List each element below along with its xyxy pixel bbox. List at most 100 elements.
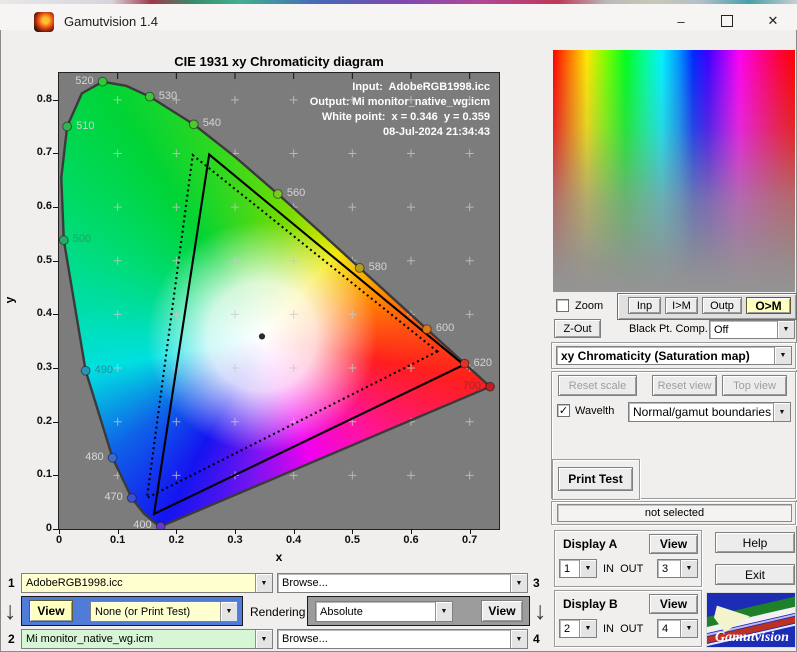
dropdown-arrow-icon[interactable]: ▼	[255, 630, 272, 648]
y-tick-mark	[53, 529, 58, 530]
dropdown-arrow-icon[interactable]: ▼	[680, 560, 697, 577]
flow-arrow-right-icon: ↓	[534, 597, 547, 625]
y-tick-label: 0.2	[36, 414, 52, 427]
inp-button[interactable]: Inp	[628, 297, 661, 314]
dropdown-arrow-icon[interactable]: ▼	[220, 602, 237, 621]
help-button[interactable]: Help	[715, 532, 795, 553]
x-tick-mark	[176, 529, 178, 534]
image-select[interactable]: None (or Print Test) ▼	[90, 601, 238, 622]
dropdown-arrow-icon[interactable]: ▼	[510, 574, 527, 592]
browse-output-select[interactable]: Browse... ▼	[277, 629, 528, 649]
dropdown-arrow-icon[interactable]: ▼	[774, 347, 791, 364]
display-b-view-button[interactable]: View	[649, 594, 698, 614]
view-input-button[interactable]: View	[29, 600, 73, 622]
reset-view-button[interactable]: Reset view	[652, 375, 717, 396]
saturation-map-preview	[553, 50, 795, 292]
maximize-button[interactable]	[705, 9, 749, 33]
dropdown-arrow-icon[interactable]: ▼	[773, 403, 790, 421]
wavelength-label-700: 700	[462, 379, 482, 392]
y-tick-label: 0.8	[36, 92, 52, 105]
output-profile-select[interactable]: Mi monitor_native_wg.icm ▼	[21, 629, 273, 649]
dropdown-arrow-icon[interactable]: ▼	[680, 620, 697, 637]
flow-arrow-left-icon: ↓	[4, 597, 17, 625]
display-a-out-select[interactable]: 3 ▼	[657, 559, 698, 578]
browse-input-value: Browse...	[282, 577, 328, 589]
dropdown-arrow-icon[interactable]: ▼	[510, 630, 527, 648]
wavelength-label-510: 510	[76, 119, 95, 132]
dropdown-arrow-icon[interactable]: ▼	[579, 620, 596, 637]
plot-annotation-line: Input: AdobeRGB1998.icc	[352, 81, 490, 93]
y-tick-label: 0.6	[36, 200, 52, 213]
y-tick-mark	[53, 368, 58, 370]
x-tick-label: 0.7	[462, 534, 478, 546]
wavelength-label-470: 470	[104, 490, 123, 503]
x-tick-mark	[59, 529, 60, 534]
wavelength-label-520: 520	[75, 74, 94, 87]
close-button[interactable]: ✕	[751, 9, 795, 33]
view-mode-value: xy Chromaticity (Saturation map)	[561, 348, 750, 363]
o-to-m-button[interactable]: O>M	[746, 297, 791, 314]
display-a-in-select[interactable]: 1 ▼	[559, 559, 597, 578]
wavelength-label-500: 500	[72, 233, 92, 246]
input-profile-value: AdobeRGB1998.icc	[22, 574, 255, 592]
rendering-label: Rendering	[250, 605, 306, 619]
exit-button[interactable]: Exit	[715, 564, 795, 585]
boundaries-select[interactable]: Normal/gamut boundaries ▼	[628, 402, 791, 422]
display-a-inout-label: IN OUT	[603, 563, 644, 575]
slot-3-label: 3	[533, 576, 540, 590]
view-mode-select[interactable]: xy Chromaticity (Saturation map) ▼	[556, 346, 792, 365]
wavelength-label-540: 540	[202, 117, 222, 130]
wavelth-checkbox[interactable]: ✓	[557, 404, 570, 417]
black-pt-comp-select[interactable]: Off ▼	[709, 320, 795, 339]
browse-input-select[interactable]: Browse... ▼	[277, 573, 528, 593]
x-tick-label: 0.2	[168, 534, 184, 546]
print-test-button[interactable]: Print Test	[558, 467, 633, 491]
minimize-icon: –	[677, 13, 685, 29]
wavelength-label-400: 400	[133, 519, 152, 532]
top-view-button[interactable]: Top view	[722, 375, 787, 396]
y-tick-mark	[53, 421, 58, 423]
wavelth-checkbox-label: Wavelth	[575, 405, 615, 417]
rendering-select[interactable]: Absolute ▼	[315, 601, 453, 622]
y-tick-mark	[53, 475, 58, 477]
display-a-out-value: 3	[662, 562, 669, 575]
x-tick-mark	[469, 529, 471, 534]
slot-2-label: 2	[8, 632, 15, 646]
input-profile-select[interactable]: AdobeRGB1998.icc ▼	[21, 573, 273, 593]
display-a-in-value: 1	[564, 562, 571, 575]
wavelength-label-480: 480	[85, 450, 104, 463]
y-tick-mark	[53, 314, 58, 316]
display-b-in-select[interactable]: 2 ▼	[559, 619, 597, 638]
plot-overlay-svg	[59, 73, 495, 529]
dropdown-arrow-icon[interactable]: ▼	[435, 602, 452, 621]
plot-annotation-line: 08-Jul-2024 21:34:43	[382, 126, 490, 138]
x-tick-mark	[293, 529, 295, 534]
plot-annotation-line: Output: Mi monitor_native_wg.icm	[309, 96, 490, 108]
reset-scale-button[interactable]: Reset scale	[558, 375, 637, 396]
display-b-inout-label: IN OUT	[603, 623, 644, 635]
y-tick-label: 0	[45, 522, 52, 534]
gamutvision-logo: Gamutvision	[706, 592, 796, 648]
y-tick-mark	[53, 153, 58, 155]
dropdown-arrow-icon[interactable]: ▼	[579, 560, 596, 577]
dropdown-arrow-icon[interactable]: ▼	[255, 574, 272, 592]
zoom-checkbox[interactable]	[556, 299, 569, 312]
i-to-m-button[interactable]: I>M	[665, 297, 698, 314]
view-output-button[interactable]: View	[481, 600, 523, 622]
titlebar: Gamutvision 1.4 – ✕	[0, 4, 797, 33]
x-tick-label: 0.3	[227, 534, 243, 546]
status-field: not selected	[557, 504, 792, 522]
y-tick-label: 0.4	[36, 307, 52, 320]
x-tick-label: 0.4	[286, 534, 302, 546]
z-out-button[interactable]: Z-Out	[554, 319, 601, 338]
outp-button[interactable]: Outp	[702, 297, 742, 314]
dropdown-arrow-icon[interactable]: ▼	[777, 321, 794, 338]
x-tick-label: 0	[55, 534, 63, 546]
chart-title: CIE 1931 xy Chromaticity diagram	[174, 54, 384, 69]
minimize-button[interactable]: –	[659, 9, 703, 33]
x-axis-label: x	[275, 550, 283, 564]
display-b-out-select[interactable]: 4 ▼	[657, 619, 698, 638]
black-pt-comp-label: Black Pt. Comp.	[629, 323, 708, 335]
display-b-in-value: 2	[564, 622, 571, 635]
display-a-view-button[interactable]: View	[649, 534, 698, 554]
